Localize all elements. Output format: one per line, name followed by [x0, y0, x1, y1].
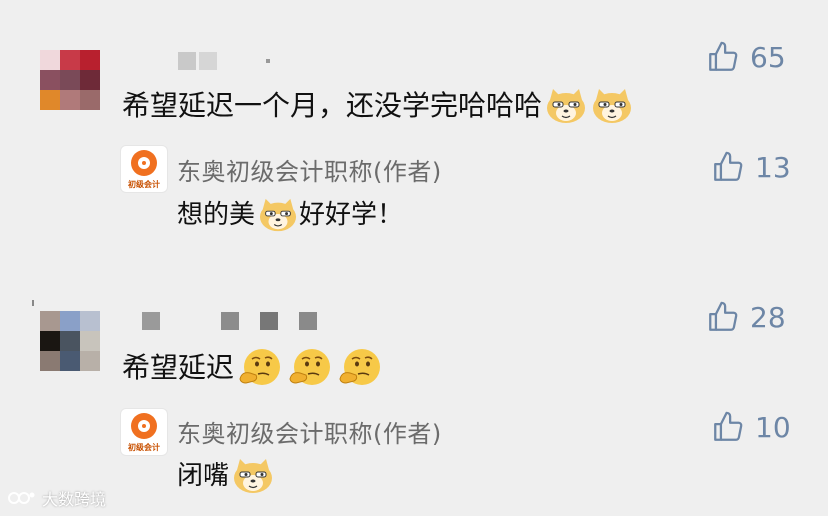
commenter-avatar-blurred[interactable]	[40, 311, 100, 371]
comment-text: 希望延迟	[122, 345, 384, 391]
like-count: 13	[755, 150, 791, 184]
like-button[interactable]: 65	[706, 40, 786, 74]
author-avatar[interactable]: 初级会计	[120, 145, 168, 193]
doge-emoji-icon	[547, 89, 586, 123]
thinking-face-emoji-icon	[339, 349, 381, 385]
comment-text: 希望延迟一个月，还没学完哈哈哈	[122, 86, 634, 126]
like-button[interactable]: 10	[711, 410, 791, 444]
like-button[interactable]: 13	[711, 150, 791, 184]
watermark: 大数跨境	[8, 486, 106, 510]
thumbs-up-icon	[709, 301, 738, 331]
watermark-logo-icon	[8, 492, 35, 504]
commenter-name-blurred[interactable]	[142, 312, 317, 330]
thumbs-up-icon	[714, 411, 743, 441]
doge-emoji-icon	[259, 198, 297, 232]
doge-emoji-icon	[234, 459, 273, 493]
reply-text: 想的美 好好学！	[177, 196, 403, 234]
reply-author-name[interactable]: 东奥初级会计职称(作者)	[177, 414, 442, 449]
thumbs-up-icon	[709, 41, 738, 71]
reply-author-name[interactable]: 东奥初级会计职称(作者)	[177, 152, 442, 187]
author-logo-icon	[131, 150, 157, 176]
commenter-name-blurred[interactable]	[178, 52, 270, 70]
divider-mark	[32, 300, 34, 306]
author-logo-icon	[131, 413, 157, 439]
reply-text: 闭嘴	[177, 456, 275, 496]
doge-emoji-icon	[593, 89, 632, 123]
like-count: 10	[755, 410, 791, 444]
thinking-face-emoji-icon	[289, 349, 331, 385]
commenter-avatar-blurred[interactable]	[40, 50, 100, 110]
like-count: 28	[750, 300, 786, 334]
thumbs-up-icon	[714, 151, 743, 181]
thinking-face-emoji-icon	[239, 349, 281, 385]
author-avatar[interactable]: 初级会计	[120, 408, 168, 456]
like-button[interactable]: 28	[706, 300, 786, 334]
like-count: 65	[750, 40, 786, 74]
